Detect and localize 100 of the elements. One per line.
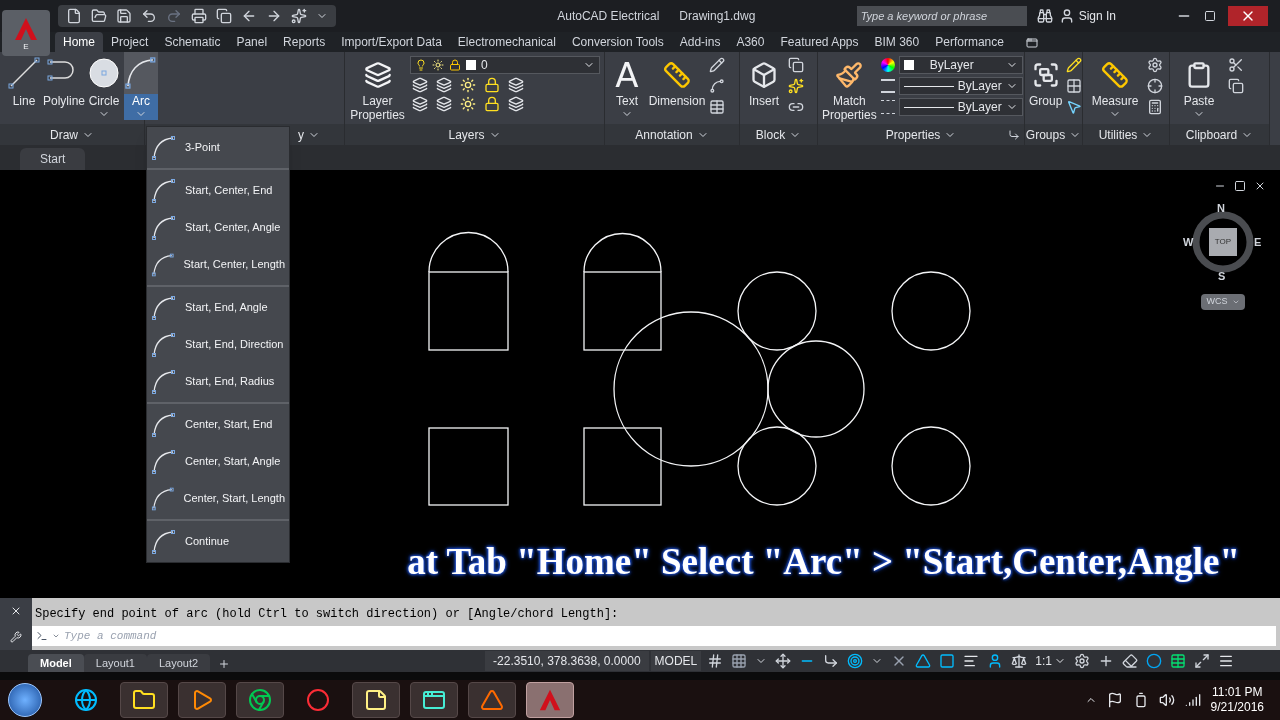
cut-icon[interactable] xyxy=(1228,57,1244,73)
taskbar-button[interactable] xyxy=(120,682,168,718)
new-file-icon[interactable] xyxy=(66,8,82,24)
taskbar-button[interactable] xyxy=(178,682,226,718)
menu-item[interactable]: Start, Center, Length xyxy=(147,246,289,283)
point-icon[interactable] xyxy=(1147,78,1163,94)
volume-icon[interactable] xyxy=(1158,692,1175,708)
ribbon-tab[interactable]: BIM 360 xyxy=(866,32,928,52)
layer-tool-icon[interactable] xyxy=(460,77,476,93)
undo-icon[interactable] xyxy=(141,8,157,24)
workspace-icon[interactable] xyxy=(1073,653,1090,669)
start-button[interactable] xyxy=(8,683,42,717)
panel-title[interactable]: y xyxy=(298,125,304,144)
ucs-dropdown[interactable]: WCS xyxy=(1201,294,1245,310)
ribbon-button[interactable]: Paste xyxy=(1174,52,1224,120)
clock[interactable]: 11:01 PM 9/21/2016 xyxy=(1210,685,1264,715)
ribbon-toggle-icon[interactable] xyxy=(1023,37,1040,49)
viewcube-face[interactable]: TOP xyxy=(1209,228,1237,256)
menu-item[interactable]: Center, Start, End xyxy=(147,406,289,443)
layer-tool-icon[interactable] xyxy=(508,96,524,112)
add-layout-icon[interactable] xyxy=(218,658,231,670)
property-dropdown[interactable]: ByLayer xyxy=(898,98,1023,116)
layout-tab[interactable]: Layout1 xyxy=(83,654,147,672)
lineweight-toggle-icon[interactable] xyxy=(963,653,980,669)
app-menu-button[interactable]: E xyxy=(2,10,50,56)
ribbon-button[interactable]: Measure xyxy=(1087,52,1143,120)
forward-icon[interactable] xyxy=(266,8,282,24)
ribbon-button[interactable]: A Text xyxy=(609,52,645,120)
layer-tool-icon[interactable] xyxy=(412,96,428,112)
layer-tool-icon[interactable] xyxy=(484,77,500,93)
ribbon-tab[interactable]: Performance xyxy=(927,32,1012,52)
ribbon-tab[interactable]: Schematic xyxy=(156,32,229,52)
menu-item[interactable]: Start, End, Angle xyxy=(147,289,289,326)
calculator-icon[interactable] xyxy=(1147,99,1163,115)
layer-dropdown[interactable]: 0 xyxy=(410,56,600,74)
osnap-icon[interactable] xyxy=(847,653,864,669)
close-button[interactable] xyxy=(1228,6,1268,26)
layout-tab[interactable]: Layout2 xyxy=(146,654,211,672)
ribbon-tab[interactable]: Electromechanical xyxy=(449,32,564,52)
taskbar-button[interactable] xyxy=(352,682,400,718)
back-icon[interactable] xyxy=(241,8,257,24)
print-icon[interactable] xyxy=(191,8,207,24)
open-folder-icon[interactable] xyxy=(91,8,107,24)
taskbar-button[interactable] xyxy=(468,682,516,718)
copy-clip-icon[interactable] xyxy=(1228,78,1244,94)
annotation-scale-icon[interactable] xyxy=(1011,653,1028,669)
close-icon[interactable] xyxy=(10,605,22,617)
binoculars-icon[interactable] xyxy=(1036,8,1053,24)
ribbon-tab[interactable]: Home xyxy=(55,32,103,52)
menu-icon[interactable] xyxy=(1217,653,1234,669)
scale-dropdown[interactable]: 1:1 xyxy=(1035,652,1066,670)
ribbon-button[interactable]: Circle xyxy=(84,52,124,120)
menu-item[interactable]: Center, Start, Length xyxy=(147,480,289,517)
ribbon-button[interactable]: Match Properties xyxy=(822,52,877,122)
taskbar-button[interactable] xyxy=(236,682,284,718)
menu-item[interactable]: Start, Center, End xyxy=(147,172,289,209)
layer-tool-icon[interactable] xyxy=(436,77,452,93)
layer-tool-icon[interactable] xyxy=(460,96,476,112)
ribbon-button[interactable]: Arc xyxy=(124,52,158,120)
menu-item[interactable]: Center, Start, Angle xyxy=(147,443,289,480)
restore-icon[interactable] xyxy=(1234,180,1246,192)
property-dropdown[interactable]: ByLayer xyxy=(898,77,1023,95)
group-select-icon[interactable] xyxy=(1066,99,1083,115)
fullscreen-icon[interactable] xyxy=(1193,653,1210,669)
layer-tool-icon[interactable] xyxy=(436,96,452,112)
ribbon-tab[interactable]: Reports xyxy=(275,32,334,52)
ribbon-tab[interactable]: Panel xyxy=(228,32,276,52)
ribbon-button[interactable]: Dimension xyxy=(649,52,705,108)
panel-title[interactable]: Layers xyxy=(448,125,485,144)
maximize-icon[interactable] xyxy=(1204,10,1216,22)
settings-icon[interactable] xyxy=(10,631,22,643)
snap-icon[interactable] xyxy=(731,653,748,669)
isolate-icon[interactable] xyxy=(1121,653,1138,669)
ribbon-tab[interactable]: Add-ins xyxy=(671,32,729,52)
ribbon-tab[interactable]: A360 xyxy=(728,32,773,52)
flag-icon[interactable] xyxy=(1106,692,1123,708)
table-icon[interactable] xyxy=(709,99,725,115)
property-dropdown[interactable]: ByLayer xyxy=(898,56,1023,74)
panel-title[interactable]: Draw xyxy=(50,125,78,144)
search-field[interactable]: Type a keyword or phrase xyxy=(856,6,1027,26)
ribbon-tab[interactable]: Project xyxy=(103,32,157,52)
coordinates-readout[interactable]: -22.3510, 378.3638, 0.0000 xyxy=(485,651,649,671)
ribbon-tab[interactable]: Conversion Tools xyxy=(563,32,672,52)
ribbon-tab[interactable]: Import/Export Data xyxy=(333,32,450,52)
signal-icon[interactable] xyxy=(1184,692,1201,708)
layout-tab[interactable]: Model xyxy=(28,654,84,672)
taskbar-button[interactable] xyxy=(410,682,458,718)
file-tab[interactable]: Start xyxy=(20,148,86,170)
multileader-icon[interactable] xyxy=(709,78,725,94)
menu-item[interactable]: Start, Center, Angle xyxy=(147,209,289,246)
copy-icon[interactable] xyxy=(216,8,232,24)
launcher-icon[interactable] xyxy=(1008,129,1020,141)
grid-icon[interactable] xyxy=(707,653,724,669)
layer-tool-icon[interactable] xyxy=(508,77,524,93)
menu-item[interactable]: Continue xyxy=(147,523,289,560)
save-icon[interactable] xyxy=(116,8,132,24)
ribbon-button[interactable]: Layer Properties xyxy=(349,52,406,122)
sign-in-button[interactable]: Sign In xyxy=(1058,7,1116,25)
menu-item[interactable]: Start, End, Direction xyxy=(147,326,289,363)
menu-item[interactable]: 3-Point xyxy=(147,129,289,166)
